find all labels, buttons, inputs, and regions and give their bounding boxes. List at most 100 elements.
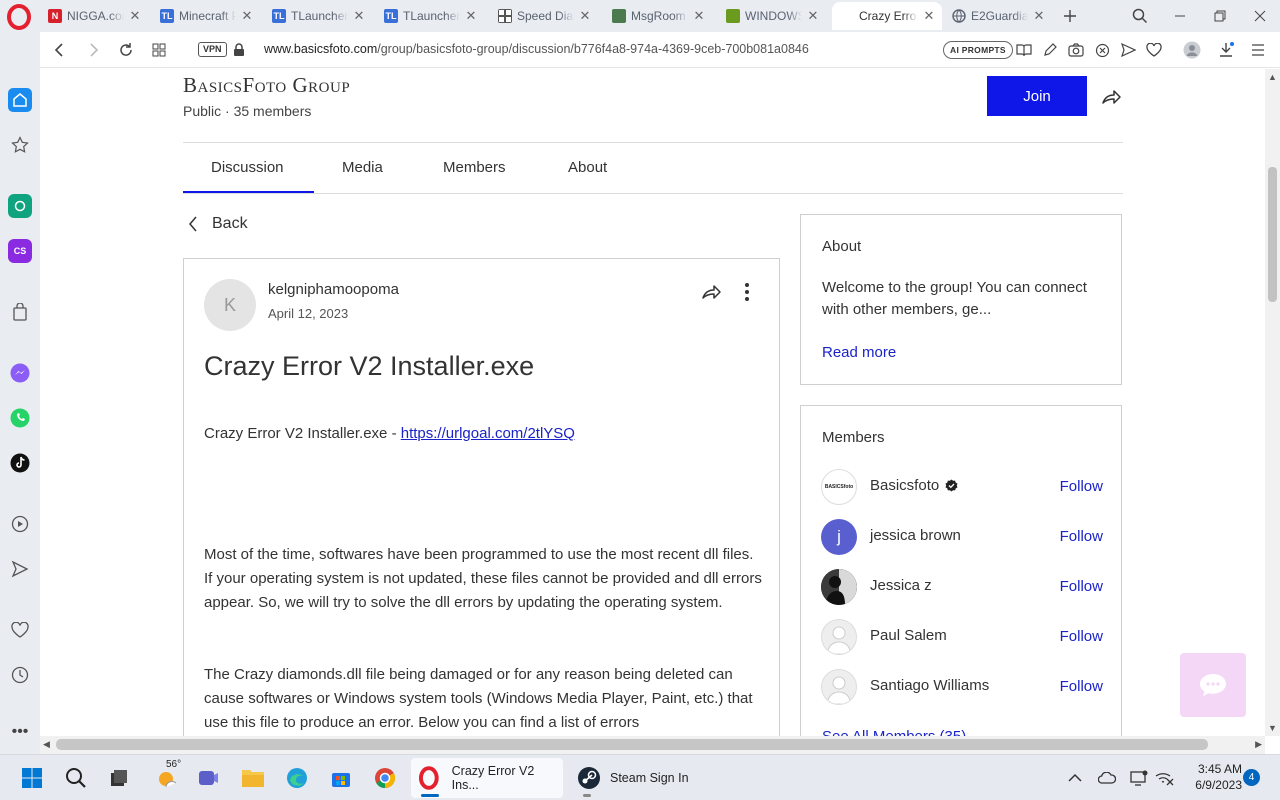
vertical-scrollbar[interactable]: ▲ ▼	[1265, 69, 1280, 736]
search-tabs-icon[interactable]	[1130, 6, 1150, 26]
share-group-icon[interactable]	[1100, 86, 1122, 108]
follow-button[interactable]: Follow	[1060, 528, 1103, 545]
close-tab-icon[interactable]: ✕	[692, 9, 706, 23]
horizontal-scrollbar[interactable]: ◀ ▶	[40, 736, 1265, 754]
member-name[interactable]: Jessica z	[870, 577, 932, 594]
browser-tab[interactable]: E2Guardian ✕	[944, 2, 1052, 30]
notification-count-badge[interactable]: 4	[1243, 769, 1260, 786]
back-link[interactable]: Back	[188, 215, 248, 233]
reload-icon[interactable]	[116, 40, 136, 60]
share-post-icon[interactable]	[700, 281, 722, 303]
chrome-icon[interactable]	[369, 762, 401, 794]
close-tab-icon[interactable]: ✕	[922, 9, 936, 23]
member-avatar[interactable]	[821, 619, 857, 655]
read-more-link[interactable]: Read more	[822, 344, 896, 361]
close-tab-icon[interactable]: ✕	[1032, 9, 1046, 23]
display-icon[interactable]	[1129, 768, 1149, 788]
member-avatar[interactable]: BASICSfoto	[821, 469, 857, 505]
horizontal-scroll-thumb[interactable]	[56, 739, 1208, 750]
camera-icon[interactable]	[1066, 40, 1086, 60]
member-name[interactable]: jessica brown	[870, 527, 961, 544]
close-window-icon[interactable]	[1250, 6, 1270, 26]
browser-tab[interactable]: Crazy Error ✕	[832, 2, 942, 30]
member-name[interactable]: Paul Salem	[870, 627, 947, 644]
easy-setup-icon[interactable]	[1248, 40, 1268, 60]
lock-icon[interactable]	[229, 40, 249, 60]
more-icon[interactable]: •••	[8, 720, 32, 744]
close-tab-icon[interactable]: ✕	[128, 9, 142, 23]
member-name-row[interactable]: Basicsfoto	[870, 477, 958, 494]
ai-prompts-button[interactable]: AI PROMPTS	[943, 41, 1013, 59]
messenger-icon[interactable]	[8, 361, 32, 385]
my-flow-icon[interactable]	[8, 557, 32, 581]
download-link[interactable]: https://urlgoal.com/2tlYSQ	[401, 425, 575, 442]
browser-tab[interactable]: WINDOWS ✕	[718, 2, 826, 30]
chat-widget-button[interactable]	[1180, 653, 1246, 717]
more-options-icon[interactable]	[740, 281, 754, 303]
taskbar-app-steam[interactable]: Steam Sign In	[567, 758, 707, 798]
group-name[interactable]: BasicsFoto Group	[183, 73, 350, 98]
member-avatar[interactable]	[821, 669, 857, 705]
browser-tab[interactable]: Speed Dial ✕	[490, 2, 598, 30]
home-icon[interactable]	[8, 88, 32, 112]
close-tab-icon[interactable]: ✕	[240, 9, 254, 23]
new-tab-icon[interactable]	[1060, 6, 1080, 26]
member-name[interactable]: Santiago Williams	[870, 677, 989, 694]
taskbar-app-opera[interactable]: Crazy Error V2 Ins...	[411, 758, 563, 798]
scroll-down-icon[interactable]: ▼	[1268, 723, 1277, 733]
weather-widget[interactable]: 56°	[148, 759, 188, 794]
member-avatar[interactable]	[821, 569, 857, 605]
opera-logo-icon[interactable]	[6, 4, 32, 30]
scroll-up-icon[interactable]: ▲	[1268, 72, 1277, 82]
downloads-icon[interactable]	[1216, 40, 1236, 60]
task-view-icon[interactable]	[103, 762, 135, 794]
member-avatar[interactable]: j	[821, 519, 857, 555]
start-icon[interactable]	[16, 762, 48, 794]
browser-tab[interactable]: TL Minecraft P ✕	[152, 2, 260, 30]
send-icon[interactable]	[1118, 40, 1138, 60]
close-tab-icon[interactable]: ✕	[578, 9, 592, 23]
see-all-members-link[interactable]: See All Members (35)	[822, 728, 966, 736]
onedrive-icon[interactable]	[1097, 768, 1117, 788]
vpn-badge[interactable]: VPN	[198, 42, 227, 57]
follow-button[interactable]: Follow	[1060, 628, 1103, 645]
player-icon[interactable]	[8, 512, 32, 536]
reader-icon[interactable]	[1014, 40, 1034, 60]
store-icon[interactable]	[325, 762, 357, 794]
follow-button[interactable]: Follow	[1060, 578, 1103, 595]
follow-button[interactable]: Follow	[1060, 478, 1103, 495]
tab-discussion[interactable]: Discussion	[211, 159, 284, 176]
tiktok-icon[interactable]	[8, 451, 32, 475]
back-icon[interactable]	[50, 40, 70, 60]
adblock-icon[interactable]	[1092, 40, 1112, 60]
url-field[interactable]: www.basicsfoto.com/group/basicsfoto-grou…	[264, 42, 809, 56]
chatsonic-icon[interactable]: CS	[8, 239, 32, 263]
history-icon[interactable]	[8, 663, 32, 687]
tab-media[interactable]: Media	[342, 159, 383, 176]
scroll-right-icon[interactable]: ▶	[1255, 739, 1262, 750]
vertical-scroll-thumb[interactable]	[1268, 167, 1277, 302]
post-author[interactable]: kelgniphamoopoma	[268, 281, 399, 298]
minimize-icon[interactable]	[1170, 6, 1190, 26]
edit-icon[interactable]	[1040, 40, 1060, 60]
profile-icon[interactable]	[1182, 40, 1202, 60]
star-icon[interactable]	[8, 133, 32, 157]
search-icon[interactable]	[60, 762, 92, 794]
tray-chevron-up-icon[interactable]	[1065, 768, 1085, 788]
restore-icon[interactable]	[1210, 6, 1230, 26]
close-tab-icon[interactable]: ✕	[352, 9, 366, 23]
browser-tab[interactable]: MsgRoom ✕	[604, 2, 712, 30]
close-tab-icon[interactable]: ✕	[806, 9, 820, 23]
whatsapp-icon[interactable]	[8, 406, 32, 430]
chatgpt-icon[interactable]	[8, 194, 32, 218]
close-tab-icon[interactable]: ✕	[464, 9, 478, 23]
avatar[interactable]: K	[204, 279, 256, 331]
tab-grid-icon[interactable]	[149, 40, 169, 60]
file-explorer-icon[interactable]	[237, 762, 269, 794]
browser-tab[interactable]: TL TLauncher ✕	[376, 2, 484, 30]
sidebar-heart-icon[interactable]	[8, 618, 32, 642]
scroll-left-icon[interactable]: ◀	[43, 739, 50, 750]
follow-button[interactable]: Follow	[1060, 678, 1103, 695]
tab-about[interactable]: About	[568, 159, 607, 176]
shopping-bag-icon[interactable]	[8, 300, 32, 324]
